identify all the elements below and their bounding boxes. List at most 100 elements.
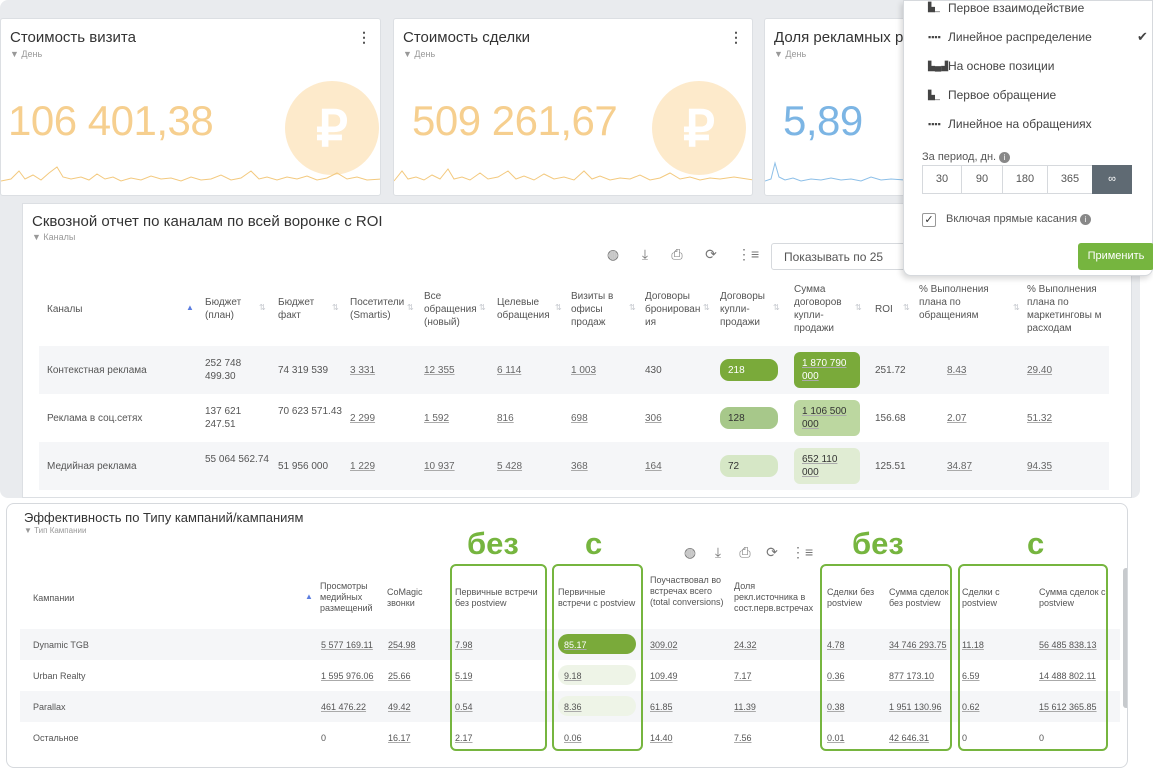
sort-asc-icon[interactable]: ▲ bbox=[186, 304, 194, 312]
cell-visitors-link[interactable]: 2 299 bbox=[350, 412, 375, 425]
col-header-plan-requests[interactable]: % Выполнения плана по обращениям bbox=[919, 283, 991, 322]
sort-icon[interactable]: ⇅ bbox=[629, 304, 636, 312]
cell-visitors-link[interactable]: 1 229 bbox=[350, 460, 375, 473]
deals-pill[interactable]: 218 bbox=[720, 359, 778, 381]
hierarchy-icon[interactable]: ⋮≡ bbox=[791, 544, 813, 560]
cell-plan-requests-link[interactable]: 8.43 bbox=[947, 364, 966, 377]
palette-icon[interactable]: ◍ bbox=[682, 544, 698, 560]
cell-booking-link[interactable]: 306 bbox=[645, 412, 662, 425]
cell-visits-link[interactable]: 698 bbox=[571, 412, 588, 425]
hierarchy-icon[interactable]: ⋮≡ bbox=[737, 246, 759, 262]
card-menu-icon[interactable]: ⋮ bbox=[729, 29, 743, 46]
include-direct-checkbox[interactable]: ✓ bbox=[922, 213, 936, 227]
report-filter[interactable]: ▼ Тип Кампании bbox=[24, 526, 86, 535]
cell-all-requests-link[interactable]: 12 355 bbox=[424, 364, 455, 377]
download-icon[interactable]: ⤓ bbox=[637, 246, 653, 262]
cell-calls-link[interactable]: 49.42 bbox=[388, 702, 411, 712]
card-filter[interactable]: ▼ День bbox=[774, 49, 806, 59]
attribution-option[interactable]: На основе позиции bbox=[948, 59, 1054, 73]
deals-pill[interactable]: 72 bbox=[720, 455, 778, 477]
sort-icon[interactable]: ⇅ bbox=[555, 304, 562, 312]
sort-icon[interactable]: ⇅ bbox=[332, 304, 339, 312]
palette-icon[interactable]: ◍ bbox=[605, 246, 621, 262]
cell-calls-link[interactable]: 25.66 bbox=[388, 671, 411, 681]
period-90-button[interactable]: 90 bbox=[961, 165, 1003, 194]
col-header-roi[interactable]: ROI bbox=[875, 303, 893, 316]
cell-total-link[interactable]: 61.85 bbox=[650, 702, 673, 712]
cell-booking-link[interactable]: 164 bbox=[645, 460, 662, 473]
col-header-visitors[interactable]: Посетители (Smartis) bbox=[350, 296, 410, 322]
card-filter[interactable]: ▼ День bbox=[10, 49, 42, 59]
sort-asc-icon[interactable]: ▲ bbox=[305, 593, 313, 601]
cell-target-link[interactable]: 816 bbox=[497, 412, 514, 425]
sort-icon[interactable]: ⇅ bbox=[407, 304, 414, 312]
cell-target-link[interactable]: 6 114 bbox=[497, 364, 521, 377]
deals-sum-pill[interactable]: 652 110 000 bbox=[794, 448, 860, 484]
cell-views-link[interactable]: 461 476.22 bbox=[321, 702, 366, 712]
col-header-budget-fact[interactable]: Бюджет факт bbox=[278, 296, 333, 322]
cell-views-link[interactable]: 1 595 976.06 bbox=[321, 671, 374, 681]
print-icon[interactable]: ⎙ bbox=[669, 246, 685, 262]
attribution-option[interactable]: Первое взаимодействие bbox=[948, 1, 1084, 15]
col-header-views[interactable]: Просмотры медийных размещений bbox=[320, 581, 380, 614]
col-header-campaigns[interactable]: Кампании bbox=[33, 593, 74, 604]
cell-plan-requests-link[interactable]: 34.87 bbox=[947, 460, 972, 473]
report-filter[interactable]: ▼ Каналы bbox=[32, 232, 75, 242]
cell-views-link[interactable]: 5 577 169.11 bbox=[321, 640, 373, 650]
sort-icon[interactable]: ⇅ bbox=[773, 304, 780, 312]
cell-total-link[interactable]: 309.02 bbox=[650, 640, 678, 650]
sort-icon[interactable]: ⇅ bbox=[903, 304, 910, 312]
col-header-plan-marketing[interactable]: % Выполнения плана по маркетинговы м рас… bbox=[1027, 283, 1109, 335]
period-365-button[interactable]: 365 bbox=[1047, 165, 1093, 194]
col-header-booking[interactable]: Договоры бронирован ия bbox=[645, 290, 703, 329]
cell-share-link[interactable]: 11.39 bbox=[734, 702, 756, 712]
cell-total-link[interactable]: 109.49 bbox=[650, 671, 678, 681]
cell-plan-marketing-link[interactable]: 29.40 bbox=[1027, 364, 1052, 377]
refresh-icon[interactable]: ⟳ bbox=[764, 544, 780, 560]
col-header-all-requests[interactable]: Все обращения (новый) bbox=[424, 290, 479, 329]
col-header-share[interactable]: Доля рекл.источника в сост.перв.встречах bbox=[734, 581, 819, 614]
cell-share-link[interactable]: 7.56 bbox=[734, 733, 752, 743]
card-filter[interactable]: ▼ День bbox=[403, 49, 435, 59]
refresh-icon[interactable]: ⟳ bbox=[703, 246, 719, 262]
cell-total-link[interactable]: 14.40 bbox=[650, 733, 673, 743]
col-header-visits[interactable]: Визиты в офисы продаж bbox=[571, 290, 626, 329]
apply-button[interactable]: Применить bbox=[1078, 243, 1153, 270]
deals-sum-pill[interactable]: 1 870 790 000 bbox=[794, 352, 860, 388]
sort-icon[interactable]: ⇅ bbox=[855, 304, 862, 312]
sort-icon[interactable]: ⇅ bbox=[703, 304, 710, 312]
cell-calls-link[interactable]: 16.17 bbox=[388, 733, 411, 743]
card-menu-icon[interactable]: ⋮ bbox=[357, 29, 371, 46]
sort-icon[interactable]: ⇅ bbox=[259, 304, 266, 312]
period-30-button[interactable]: 30 bbox=[922, 165, 962, 194]
col-header-total-conversions[interactable]: Поучаствовал во встречах всего (total co… bbox=[650, 575, 725, 608]
cell-visitors-link[interactable]: 3 331 bbox=[350, 364, 375, 377]
cell-share-link[interactable]: 7.17 bbox=[734, 671, 752, 681]
cell-visits-link[interactable]: 368 bbox=[571, 460, 588, 473]
period-180-button[interactable]: 180 bbox=[1002, 165, 1048, 194]
col-header-deals-sum[interactable]: Сумма договоров купли-продажи bbox=[794, 283, 854, 335]
cell-all-requests-link[interactable]: 10 937 bbox=[424, 460, 455, 473]
cell-visits-link[interactable]: 1 003 bbox=[571, 364, 596, 377]
cell-plan-requests-link[interactable]: 2.07 bbox=[947, 412, 966, 425]
print-icon[interactable]: ⎙ bbox=[737, 544, 753, 560]
cell-plan-marketing-link[interactable]: 51.32 bbox=[1027, 412, 1052, 425]
period-infinity-button[interactable]: ∞ bbox=[1092, 165, 1132, 194]
cell-plan-marketing-link[interactable]: 94.35 bbox=[1027, 460, 1052, 473]
cell-share-link[interactable]: 24.32 bbox=[734, 640, 757, 650]
sort-icon[interactable]: ⇅ bbox=[479, 304, 486, 312]
attribution-option[interactable]: Первое обращение bbox=[948, 88, 1056, 102]
col-header-target[interactable]: Целевые обращения bbox=[497, 296, 557, 322]
page-size-select[interactable]: Показывать по 25 bbox=[771, 243, 911, 270]
sort-icon[interactable]: ⇅ bbox=[1013, 304, 1020, 312]
cell-calls-link[interactable]: 254.98 bbox=[388, 640, 416, 650]
cell-all-requests-link[interactable]: 1 592 bbox=[424, 412, 449, 425]
attribution-option[interactable]: Линейное распределение bbox=[948, 30, 1092, 44]
attribution-option[interactable]: Линейное на обращениях bbox=[948, 117, 1092, 131]
download-icon[interactable]: ⤓ bbox=[710, 544, 726, 560]
cell-target-link[interactable]: 5 428 bbox=[497, 460, 522, 473]
deals-sum-pill[interactable]: 1 106 500 000 bbox=[794, 400, 860, 436]
deals-pill[interactable]: 128 bbox=[720, 407, 778, 429]
col-header-channels[interactable]: Каналы bbox=[47, 303, 83, 316]
col-header-deals[interactable]: Договоры купли-продажи bbox=[720, 290, 772, 329]
